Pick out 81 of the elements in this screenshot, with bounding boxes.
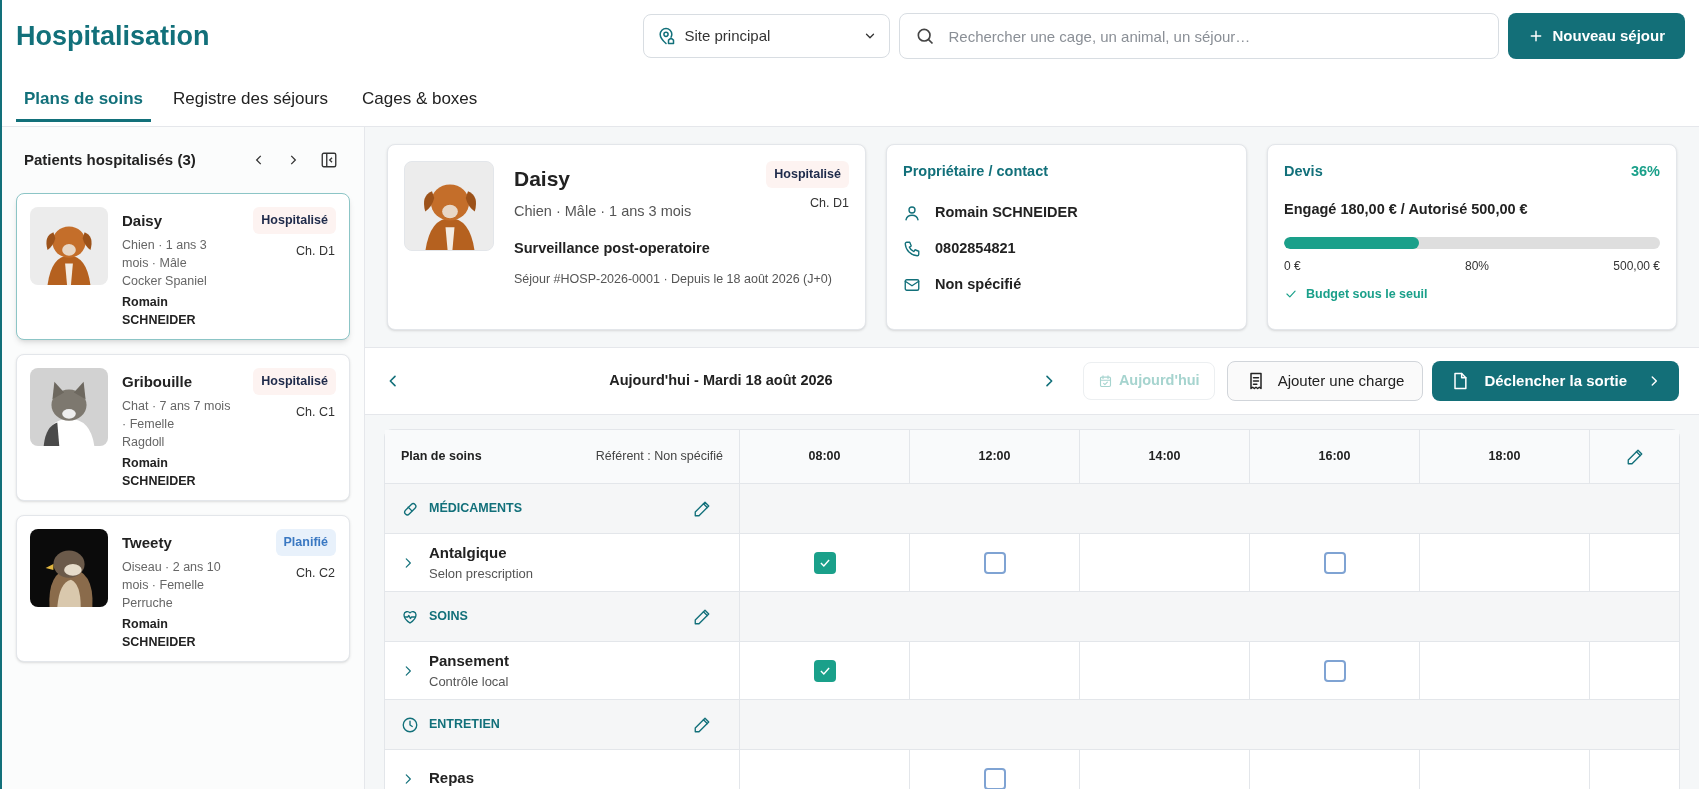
section-label: ENTRETIEN	[429, 716, 501, 734]
column-header: Plan de soins	[401, 448, 482, 466]
patient-details: Chien · 1 ans 3 mois · Mâle	[122, 236, 208, 272]
search-icon	[915, 26, 936, 46]
status-badge: Hospitalisé	[766, 161, 849, 188]
tab[interactable]: Registre des séjours	[161, 85, 340, 122]
care-item-note: Selon prescription	[429, 565, 534, 583]
checkbox[interactable]	[813, 551, 836, 574]
tab[interactable]: Plans de soins	[16, 85, 152, 122]
collapse-panel-icon[interactable]	[320, 151, 338, 169]
cage-label: Ch. C2	[296, 564, 336, 582]
time-header: 12:00	[978, 448, 1011, 466]
time-header: 14:00	[1148, 448, 1181, 466]
checkbox[interactable]	[1323, 659, 1346, 682]
budget-summary: Engagé 180,00 € / Autorisé 500,00 €	[1284, 199, 1529, 219]
care-item-name: Pansement	[429, 650, 510, 671]
cage-label: Ch. D1	[296, 242, 336, 260]
contact-text: Romain SCHNEIDER	[935, 202, 1078, 222]
contact-text: 0802854821	[935, 238, 1016, 258]
section-label: MÉDICAMENTS	[429, 499, 524, 518]
calendar-icon	[1097, 373, 1113, 389]
date-label: Aujourd'hui - Mardi 18 août 2026	[608, 371, 834, 391]
status-badge: Planifié	[275, 529, 336, 556]
location-pin-icon	[656, 26, 677, 46]
cage-label: Ch. C1	[296, 403, 336, 421]
percent-label: 36%	[1630, 162, 1660, 181]
status-badge: Hospitalisé	[253, 368, 336, 395]
checkbox[interactable]	[1323, 551, 1346, 574]
patient-card[interactable]: Gribouille Chat · 7 ans 7 mois · Femelle Ragdoll Romain SCHNEIDER Hospitalisé Ch. C1	[16, 354, 350, 501]
time-header: 16:00	[1318, 448, 1351, 466]
checkbox[interactable]	[983, 767, 1006, 789]
referent-label: Référent : Non spécifié	[595, 448, 723, 466]
owner-name: Romain SCHNEIDER	[122, 293, 197, 329]
patient-name: Daisy	[514, 166, 571, 192]
add-charge-button[interactable]: Ajouter une charge	[1226, 361, 1424, 401]
search-field[interactable]: Rechercher une cage, un animal, un séjour…	[899, 13, 1500, 59]
discharge-button[interactable]: Déclencher la sortie	[1432, 361, 1679, 401]
patient-details: Oiseau · 2 ans 10 mois · Femelle	[122, 558, 222, 594]
time-header: 18:00	[1488, 448, 1521, 466]
owner-name: Romain SCHNEIDER	[122, 454, 197, 490]
status-badge: Hospitalisé	[253, 207, 336, 234]
card-title: Devis	[1284, 162, 1324, 181]
phone-icon	[903, 239, 921, 258]
clock-icon	[401, 715, 419, 734]
cage-label: Ch. D1	[810, 194, 849, 212]
pencil-icon[interactable]	[693, 607, 711, 626]
patient-breed: Ragdoll	[122, 433, 166, 451]
contact-text: Non spécifié	[935, 274, 1022, 294]
sidebar-title: Patients hospitalisés (3)	[24, 149, 197, 170]
care-item-name: Antalgique	[429, 542, 508, 563]
pencil-icon[interactable]	[1625, 447, 1644, 466]
patient-breed: Cocker Spaniel	[122, 272, 208, 290]
pencil-icon[interactable]	[693, 715, 711, 734]
patient-card[interactable]: Daisy Chien · 1 ans 3 mois · Mâle Cocker Spaniel Romain SCHNEIDER Hospitalisé Ch. D1	[16, 193, 350, 340]
care-item-note: Contrôle local	[429, 673, 510, 691]
patient-name: Daisy	[122, 211, 164, 231]
section-label: SOINS	[429, 608, 469, 626]
reason-text: Surveillance post-operatoire	[514, 239, 711, 259]
patient-breed: Perruche	[122, 594, 174, 612]
stay-details: Séjour #HOSP-2026-0001 · Depuis le 18 août 2026 (J+0)	[514, 271, 833, 288]
checkbox[interactable]	[983, 551, 1006, 574]
owner-name: Romain SCHNEIDER	[122, 615, 197, 651]
time-header: 08:00	[808, 448, 841, 466]
scale-label: 500,00 €	[1613, 257, 1660, 275]
budget-status: Budget sous le seuil	[1306, 285, 1428, 303]
person-icon	[903, 203, 921, 222]
checkbox[interactable]	[813, 659, 836, 682]
patient-name: Gribouille	[122, 372, 193, 392]
scale-label: 0 €	[1284, 257, 1301, 275]
patient-details: Chat · 7 ans 7 mois · Femelle	[122, 397, 232, 433]
tab[interactable]: Cages & boxes	[350, 85, 490, 122]
patient-details: Chien · Mâle · 1 ans 3 mois	[514, 201, 692, 221]
card-title: Propriétaire / contact	[903, 162, 1050, 181]
patient-name: Tweety	[122, 533, 173, 553]
scale-label: 80%	[1463, 257, 1489, 275]
pencil-icon[interactable]	[693, 499, 711, 518]
new-stay-button[interactable]: Nouveau séjour	[1508, 13, 1685, 59]
care-item-name: Repas	[429, 768, 475, 789]
site-select[interactable]: Site principal	[643, 14, 891, 58]
page-title: Hospitalisation	[16, 19, 210, 53]
patient-card[interactable]: Tweety Oiseau · 2 ans 10 mois · Femelle Perruche Romain SCHNEIDER Planifié Ch. C2	[16, 515, 350, 662]
